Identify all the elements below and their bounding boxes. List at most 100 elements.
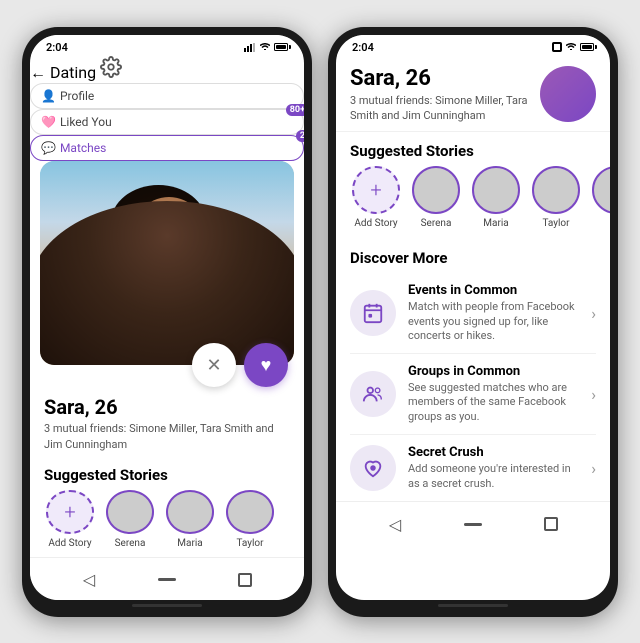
groups-desc: See suggested matches who are members of… — [408, 381, 579, 424]
profile-info-1: Sara, 26 3 mutual friends: Simone Miller… — [30, 387, 304, 458]
suggested-stories-title-1: Suggested Stories — [30, 458, 304, 490]
tab-liked-you[interactable]: 🩷 Liked You 80+ — [30, 109, 304, 135]
like-icon: ♥ — [261, 355, 272, 376]
discover-events[interactable]: Events in Common Match with people from … — [350, 273, 596, 354]
profile-mutual-2: 3 mutual friends: Simone Miller, Tara Sm… — [350, 93, 530, 124]
crush-title: Secret Crush — [408, 445, 579, 460]
discover-groups[interactable]: Groups in Common See suggested matches w… — [350, 354, 596, 435]
add-story-label: Add Story — [48, 538, 91, 549]
bottom-nav-2: ◁ — [336, 501, 610, 544]
taylor-avatar-2 — [532, 166, 580, 214]
serena-avatar-2 — [412, 166, 460, 214]
matches-badge: 2 — [296, 130, 304, 142]
battery-icon — [274, 43, 288, 51]
top-nav-1: ← Dating — [30, 56, 304, 83]
profile-name-2: Sara, 26 — [350, 66, 530, 91]
story-maria[interactable]: Maria — [164, 490, 216, 549]
crush-icon — [362, 457, 384, 479]
like-button[interactable]: ♥ — [244, 343, 288, 387]
signal-icon — [244, 43, 256, 52]
nav-back-2[interactable]: ◁ — [381, 510, 409, 538]
taylor-label: Taylor — [236, 538, 263, 549]
nav-square-2[interactable] — [537, 510, 565, 538]
nav-square-1[interactable] — [231, 566, 259, 594]
profile-photo — [40, 161, 294, 366]
add-story-avatar: + — [46, 490, 94, 534]
time-1: 2:04 — [46, 41, 68, 54]
profile-header-2: Sara, 26 3 mutual friends: Simone Miller… — [336, 56, 610, 133]
story-add[interactable]: + Add Story — [44, 490, 96, 549]
stories-row-1: + Add Story Serena Maria Taylor — [30, 490, 304, 557]
profile-mutual-1: 3 mutual friends: Simone Miller, Tara Sm… — [44, 421, 290, 452]
back-button[interactable]: ← — [30, 63, 46, 82]
profile-icon: 👤 — [41, 89, 56, 103]
discover-more-title: Discover More — [336, 239, 610, 273]
wifi-icon — [260, 43, 270, 52]
story-taylor[interactable]: Taylor — [224, 490, 276, 549]
story-serena[interactable]: Serena — [104, 490, 156, 549]
crush-text: Secret Crush Add someone you're interest… — [408, 445, 579, 491]
add-story-avatar-2: + — [352, 166, 400, 214]
profile-top-2: Sara, 26 3 mutual friends: Simone Miller… — [350, 66, 596, 124]
serena-label: Serena — [115, 538, 146, 549]
story-maria-2[interactable]: Maria — [470, 166, 522, 229]
events-text: Events in Common Match with people from … — [408, 283, 579, 343]
maria-label-2: Maria — [483, 218, 508, 229]
bottom-nav-1: ◁ — [30, 557, 304, 600]
tab-matches-label: Matches — [60, 141, 106, 155]
profile-photo-container — [40, 161, 294, 366]
matches-icon: 💬 — [41, 141, 56, 155]
status-icons-1 — [244, 43, 288, 52]
events-title: Events in Common — [408, 283, 579, 298]
phone2-scroll[interactable]: Sara, 26 3 mutual friends: Simone Miller… — [336, 56, 610, 502]
groups-arrow: › — [591, 385, 596, 404]
body-shape — [40, 201, 294, 365]
crush-icon-bg — [350, 445, 396, 491]
story-add-2[interactable]: + Add Story — [350, 166, 402, 229]
story-taylor-2[interactable]: Taylor — [530, 166, 582, 229]
wifi-icon-2 — [566, 43, 576, 52]
groups-text: Groups in Common See suggested matches w… — [408, 364, 579, 424]
stories-row-2: + Add Story Serena Maria Taylor — [336, 166, 610, 239]
add-story-label-2: Add Story — [354, 218, 397, 229]
phone-2: 2:04 Sara, 26 3 mutual — [328, 27, 618, 617]
liked-badge: 80+ — [286, 104, 304, 116]
tab-profile-label: Profile — [60, 89, 94, 103]
battery-icon-2 — [580, 43, 594, 51]
page-title-1: Dating — [50, 63, 96, 82]
home-indicator-1 — [132, 604, 202, 607]
status-bar-1: 2:04 — [30, 35, 304, 56]
nav-home-1[interactable] — [153, 566, 181, 594]
home-indicator-2 — [438, 604, 508, 607]
status-bar-2: 2:04 — [336, 35, 610, 56]
maria-label: Maria — [177, 538, 202, 549]
events-icon-bg — [350, 290, 396, 336]
groups-title: Groups in Common — [408, 364, 579, 379]
tab-profile[interactable]: 👤 Profile — [30, 83, 304, 109]
profile-details-2: Sara, 26 3 mutual friends: Simone Miller… — [350, 66, 530, 124]
jo-avatar-2 — [592, 166, 610, 214]
maria-avatar — [166, 490, 214, 534]
nav-home-2[interactable] — [459, 510, 487, 538]
pass-icon: ✕ — [206, 355, 221, 376]
phone-1: 2:04 ← Dating — [22, 27, 312, 617]
nav-back-1[interactable]: ◁ — [75, 566, 103, 594]
stop-icon — [552, 42, 562, 52]
settings-icon[interactable] — [100, 56, 122, 78]
action-buttons: ✕ ♥ — [30, 343, 304, 387]
discover-crush[interactable]: Secret Crush Add someone you're interest… — [350, 435, 596, 501]
tab-matches[interactable]: 💬 Matches 2 — [30, 135, 304, 161]
events-icon — [362, 302, 384, 324]
tab-liked-label: Liked You — [60, 115, 112, 129]
groups-icon — [362, 383, 384, 405]
discover-section: Events in Common Match with people from … — [336, 273, 610, 501]
suggested-stories-title-2: Suggested Stories — [336, 132, 610, 166]
profile-avatar-large — [540, 66, 596, 122]
serena-avatar — [106, 490, 154, 534]
pass-button[interactable]: ✕ — [192, 343, 236, 387]
story-jo-2[interactable]: Jo — [590, 166, 610, 229]
story-serena-2[interactable]: Serena — [410, 166, 462, 229]
taylor-label-2: Taylor — [542, 218, 569, 229]
profile-name-1: Sara, 26 — [44, 395, 290, 419]
tabs-row: 👤 Profile 🩷 Liked You 80+ 💬 Matches 2 — [30, 83, 304, 161]
